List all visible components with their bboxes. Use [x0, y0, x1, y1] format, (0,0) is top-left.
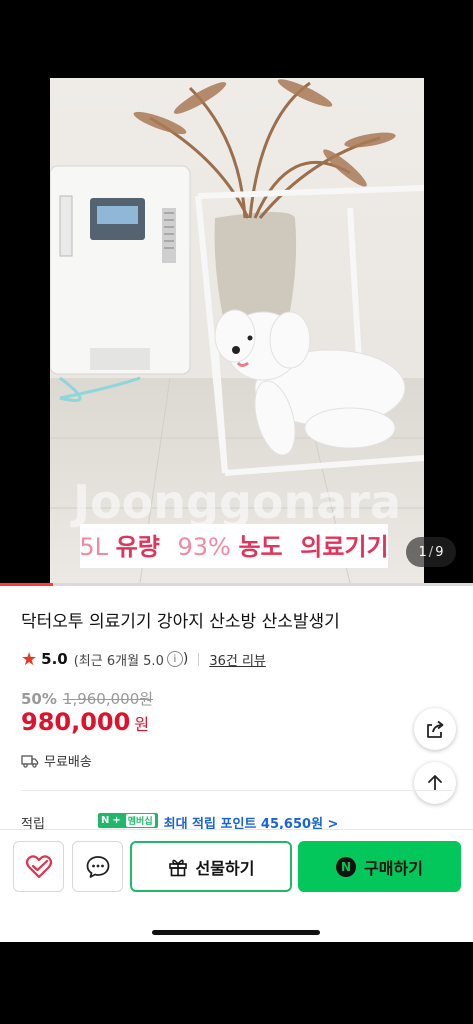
price-row: 980,000 원 [21, 708, 149, 736]
share-button[interactable] [414, 708, 456, 750]
heart-check-icon [25, 854, 52, 878]
home-indicator[interactable] [152, 930, 320, 935]
product-title: 닥터오투 의료기기 강아지 산소방 산소발생기 [21, 612, 340, 632]
gift-button-label: 선물하기 [195, 858, 255, 878]
recent-rating: (최근 6개월 5.0 [73, 653, 164, 669]
shipping-label: 무료배송 [44, 755, 92, 770]
bottom-letterbox [0, 942, 473, 1024]
rating-value: 5.0 [41, 650, 68, 668]
share-icon [427, 720, 444, 738]
section-divider [21, 790, 453, 791]
product-photo[interactable]: Joonggonara 5L 유량 93% 농도 의료기기 [50, 78, 424, 583]
price-unit: 원 [134, 715, 150, 734]
gift-button[interactable]: 선물하기 [130, 841, 292, 892]
discount-row: 50% 1,960,000원 [21, 688, 153, 709]
npay-membership-badge: N + 멤버십 [98, 813, 158, 828]
buy-button-label: 구매하기 [364, 858, 423, 878]
home-indicator-area [0, 914, 473, 942]
gift-icon [168, 859, 187, 876]
scroll-top-button[interactable] [414, 762, 456, 804]
points-label: 적립 [21, 817, 45, 829]
divider [198, 652, 200, 666]
review-count-link[interactable]: 36건 리뷰 [209, 650, 266, 669]
info-icon[interactable]: i [166, 651, 183, 667]
star-icon: ★ [21, 648, 38, 670]
total-pages: 9 [435, 544, 444, 560]
page-separator: / [428, 544, 434, 560]
original-price: 1,960,000원 [62, 690, 154, 708]
max-points-link[interactable]: 최대 적립 포인트 45,650원 > [164, 813, 339, 829]
chat-icon [86, 855, 109, 878]
points-row[interactable]: 적립 N + 멤버십 최대 적립 포인트 45,650원 > [21, 813, 453, 829]
rating-row: ★ 5.0 (최근 6개월 5.0 i ) 36건 리뷰 [21, 648, 266, 670]
current-page: 1 [418, 544, 427, 560]
chat-button[interactable] [72, 841, 123, 892]
image-caption: 5L 유량 93% 농도 의료기기 [79, 533, 388, 561]
watermark: Joonggonara [70, 475, 401, 529]
shipping-row: 무료배송 [21, 751, 92, 770]
image-counter: 1 / 9 [406, 537, 456, 567]
discount-rate: 50% [21, 690, 57, 708]
sale-price: 980,000 [21, 708, 131, 736]
buy-button[interactable]: N 구매하기 [298, 841, 461, 892]
truck-icon [21, 754, 39, 768]
npay-icon: N [336, 856, 357, 877]
wishlist-button[interactable] [13, 841, 64, 892]
recent-rating-close: ) [182, 651, 189, 667]
